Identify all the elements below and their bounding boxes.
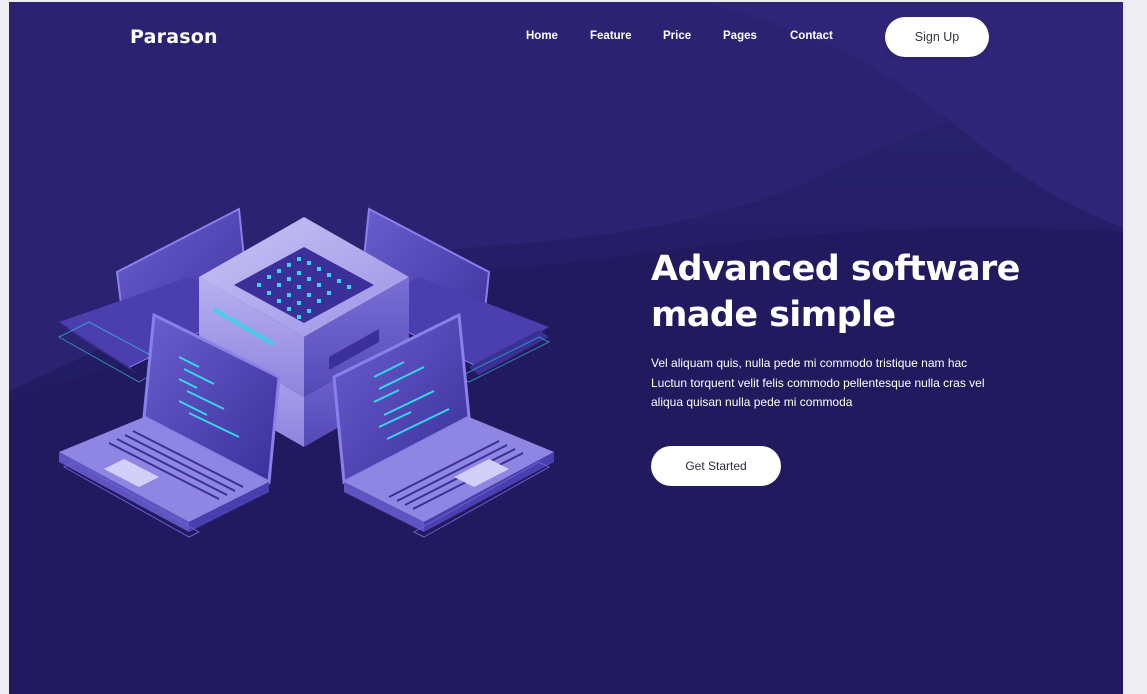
nav-item-pages[interactable]: Pages: [723, 30, 757, 42]
hero-title: Advanced software made simple: [651, 246, 1091, 338]
hero-title-line2: made simple: [651, 295, 896, 335]
nav-item-feature[interactable]: Feature: [590, 30, 632, 42]
hero-title-line1: Advanced software: [651, 249, 1020, 289]
server-laptops-illustration: [57, 207, 554, 538]
nav-item-price[interactable]: Price: [663, 30, 691, 42]
hero-description: Vel aliquam quis, nulla pede mi commodo …: [651, 356, 985, 409]
signup-button[interactable]: Sign Up: [885, 17, 989, 57]
nav-item-contact[interactable]: Contact: [790, 30, 833, 42]
get-started-button[interactable]: Get Started: [651, 446, 781, 486]
nav-item-home[interactable]: Home: [526, 30, 558, 42]
landing-page: Parason Home Feature Price Pages Contact…: [9, 2, 1123, 694]
brand-logo[interactable]: Parason: [130, 26, 218, 48]
